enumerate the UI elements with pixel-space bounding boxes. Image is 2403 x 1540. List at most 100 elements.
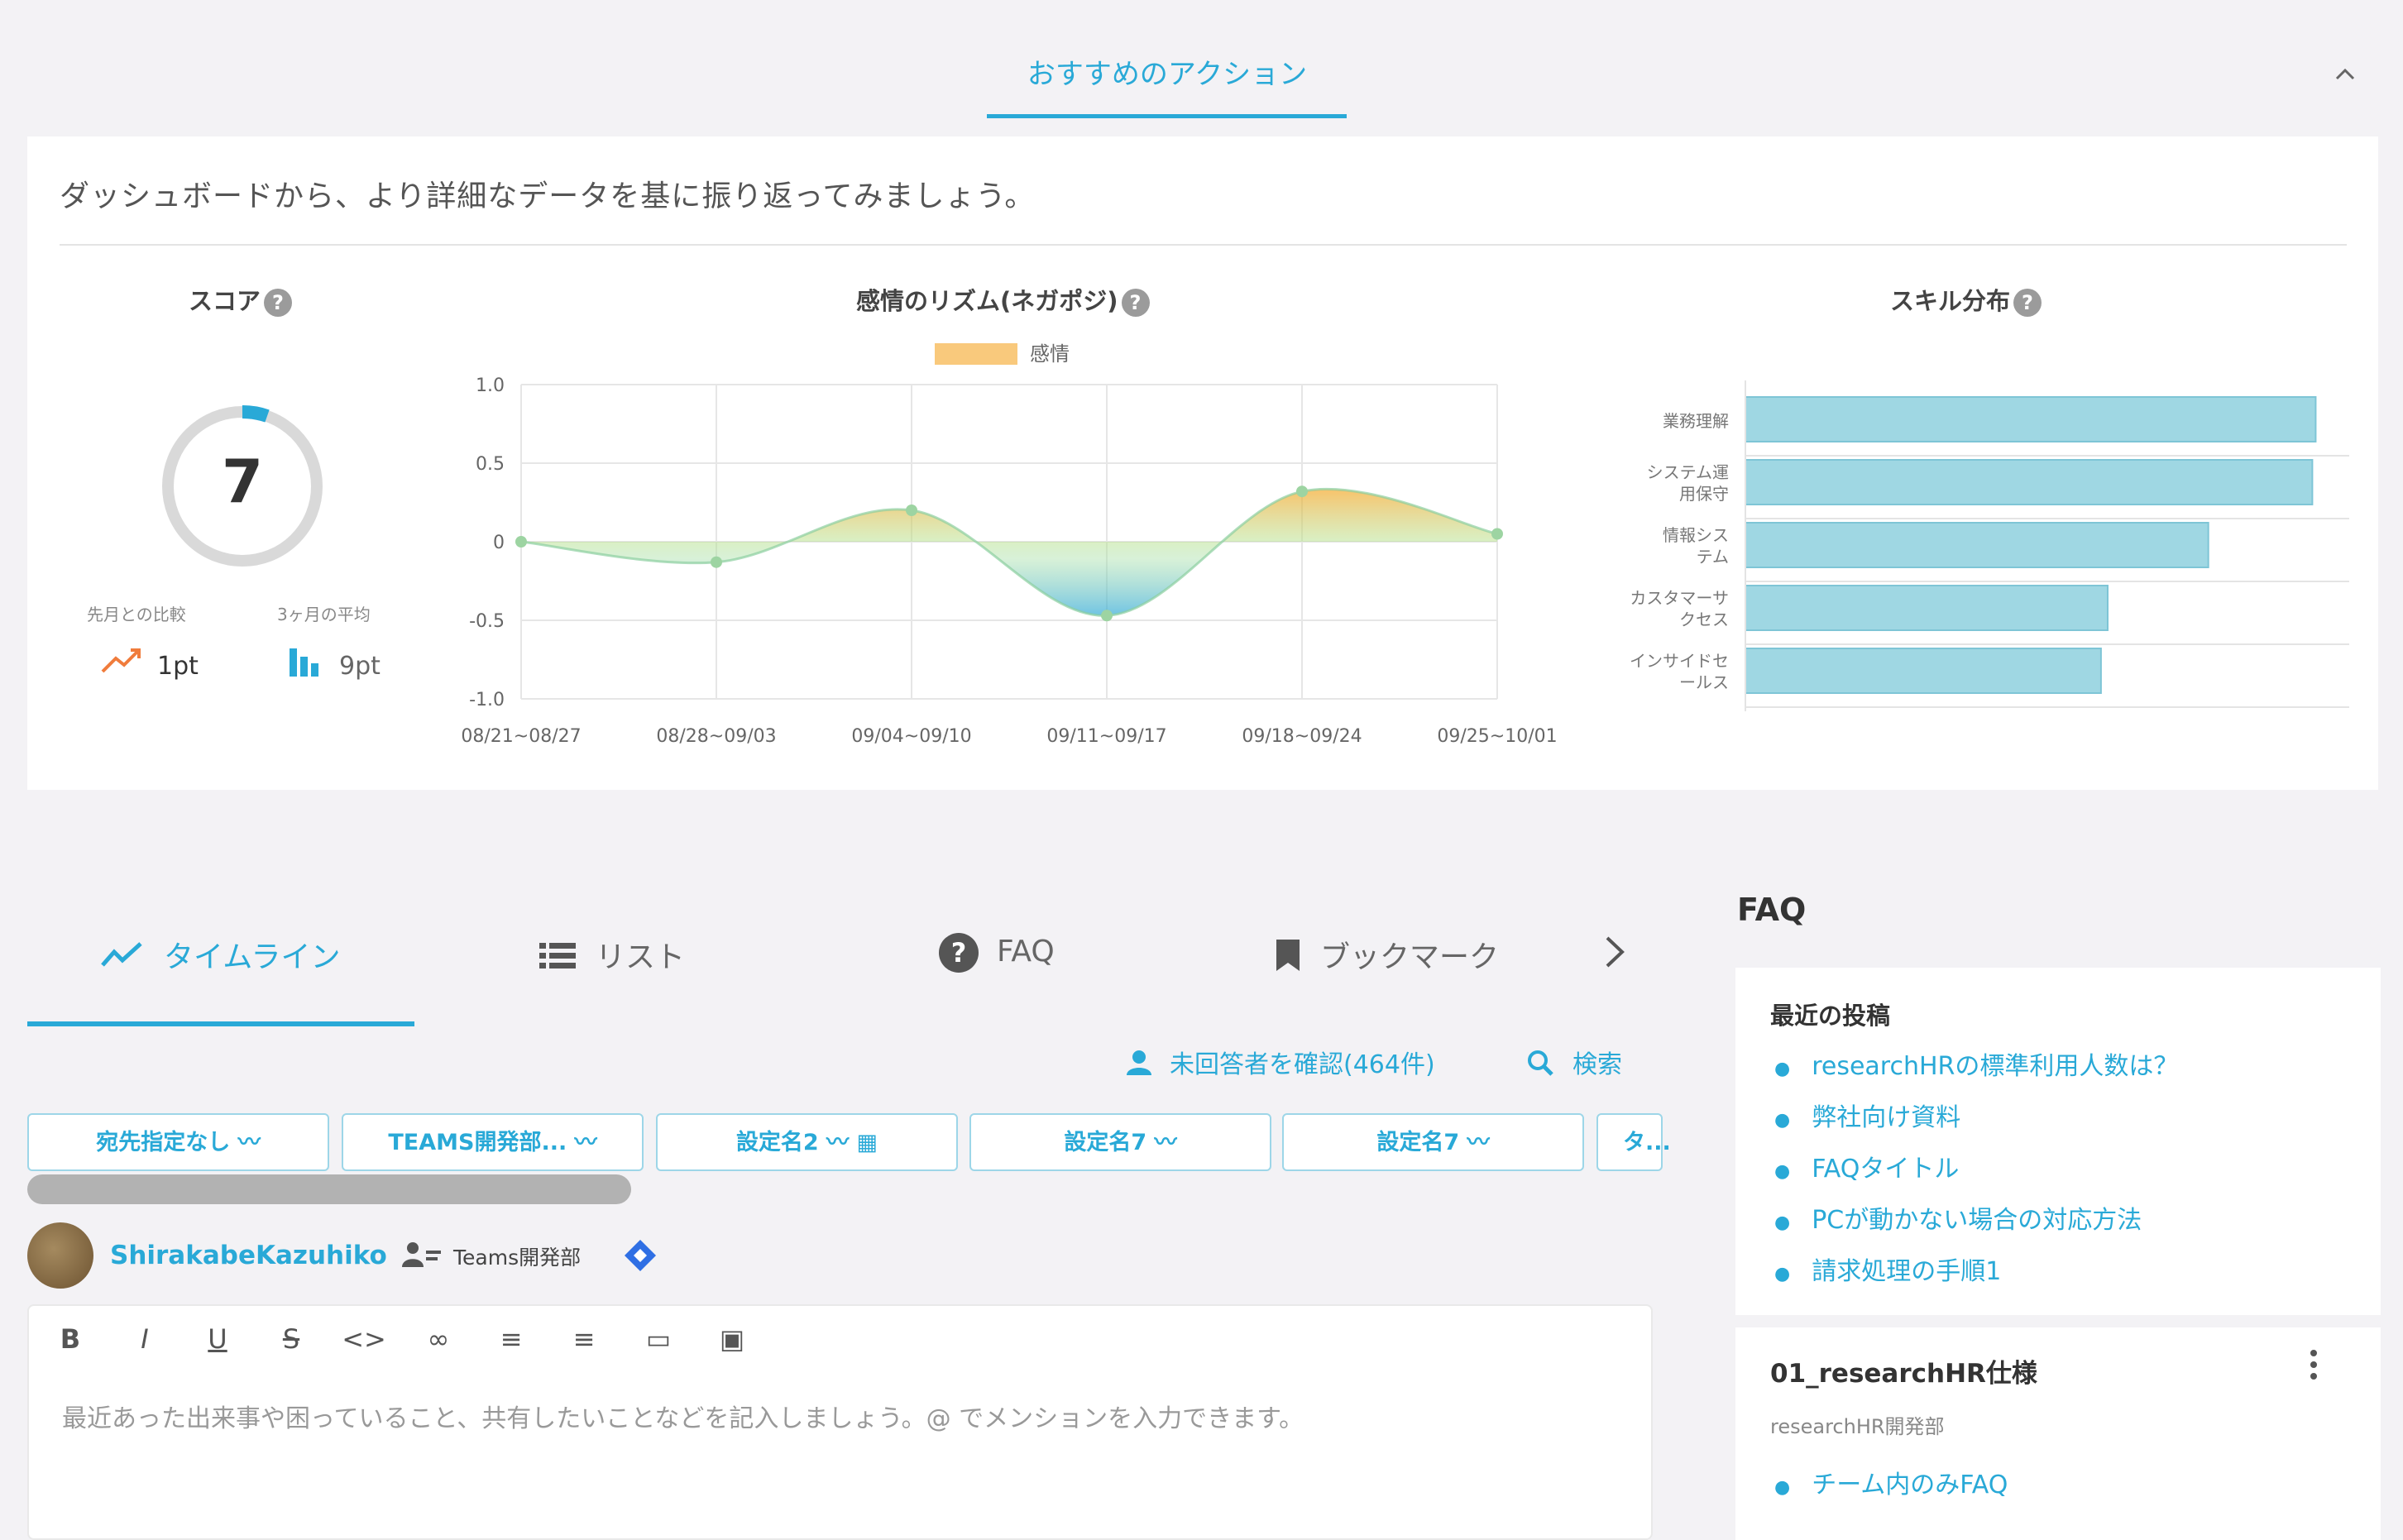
list-icon: ▦ xyxy=(856,1130,878,1155)
score-title-text: スコア xyxy=(189,287,261,315)
y-tick-label: 0 xyxy=(493,533,505,553)
channel-chip[interactable]: 宛先指定なし 〰 xyxy=(27,1113,329,1171)
y-tick-label: -1.0 xyxy=(469,690,505,710)
tab-underline xyxy=(987,114,1347,118)
bar-chart-icon xyxy=(286,645,328,678)
skill-bar xyxy=(1745,459,2314,505)
more-vertical-icon[interactable] xyxy=(2308,1348,2319,1389)
person-icon xyxy=(1125,1049,1153,1083)
skill-title-text: スキル分布 xyxy=(1890,287,2011,315)
channel-chip[interactable]: TEAMS開発部... 〰 xyxy=(342,1113,644,1171)
tab-underline xyxy=(27,1021,414,1026)
x-tick-label: 08/21~08/27 xyxy=(461,726,581,747)
search-link[interactable]: 検索 xyxy=(1526,1044,1622,1083)
team-icon xyxy=(401,1241,443,1272)
list-icon xyxy=(538,940,577,978)
strikethrough-button[interactable]: S xyxy=(266,1323,316,1355)
y-tick-label: 0.5 xyxy=(476,454,505,475)
code-button[interactable]: <> xyxy=(339,1323,389,1355)
bullet: ● xyxy=(1774,1110,1791,1131)
y-tick-label: 1.0 xyxy=(476,375,505,396)
timeline-icon: 〰 xyxy=(1467,1130,1490,1155)
chevron-up-icon[interactable] xyxy=(2329,58,2362,91)
rhythm-area xyxy=(521,489,1497,616)
faq-link[interactable]: ● researchHRの標準利用人数は？ xyxy=(1774,1045,2178,1082)
check-unanswered-link[interactable]: 未回答者を確認(464件) xyxy=(1125,1044,1435,1083)
faq-heading: FAQ xyxy=(1737,892,1807,928)
score-title: スコア? xyxy=(189,282,293,317)
skill-label: 情報システム xyxy=(1663,525,1729,567)
rhythm-point xyxy=(1101,610,1113,622)
faq-link[interactable]: ● 請求処理の手順1 xyxy=(1774,1251,2001,1287)
channel-chip[interactable]: 設定名7 〰 xyxy=(1282,1113,1584,1171)
help-icon[interactable]: ? xyxy=(2013,289,2042,317)
skill-bar xyxy=(1745,585,2109,631)
timeline-icon: 〰 xyxy=(1154,1130,1177,1155)
quote-button[interactable]: ▭ xyxy=(634,1323,683,1355)
rhythm-point xyxy=(711,556,722,568)
channel-chip-label: TEAMS開発部... xyxy=(388,1130,567,1155)
tab-faq[interactable]: ? FAQ xyxy=(939,933,1055,973)
rhythm-chart: 感情 1.0 0.5 0 -0.5 -1.0 08/21~08/27 08/28~09/03 0… xyxy=(461,342,1557,747)
three-month-label: 3ヶ月の平均 xyxy=(277,605,371,624)
link-button[interactable]: ∞ xyxy=(414,1323,463,1355)
underline-button[interactable]: U xyxy=(193,1323,242,1355)
bullet-list-button[interactable]: ≡ xyxy=(486,1323,536,1355)
channel-chip[interactable]: 設定名7 〰 xyxy=(969,1113,1271,1171)
rhythm-point xyxy=(906,505,917,516)
horizontal-scrollbar[interactable] xyxy=(27,1174,631,1204)
x-tick-label: 09/25~10/01 xyxy=(1437,726,1557,747)
timeline-icon: 〰 xyxy=(237,1130,261,1155)
recent-posts-title: 最近の投稿 xyxy=(1770,1002,1891,1030)
team-name: Teams開発部 xyxy=(453,1246,582,1270)
channel-chip[interactable]: 設定名2 〰 ▦ xyxy=(656,1113,958,1171)
timeline-icon xyxy=(99,940,146,978)
diamond-icon xyxy=(622,1237,658,1274)
bullet: ● xyxy=(1774,1161,1791,1182)
italic-button[interactable]: I xyxy=(120,1323,170,1355)
chevron-right-icon[interactable] xyxy=(1601,933,1629,974)
skill-chart: 業務理解システム運用保守情報システムカスタマーサクセスインサイドセールス xyxy=(1630,380,2349,711)
help-icon[interactable]: ? xyxy=(264,289,293,317)
bold-button[interactable]: B xyxy=(45,1323,95,1355)
bookmark-icon xyxy=(1274,938,1302,980)
check-unanswered-label: 未回答者を確認(464件) xyxy=(1170,1050,1435,1079)
three-month-value: 9pt xyxy=(339,652,381,681)
image-button[interactable]: ▣ xyxy=(707,1323,757,1355)
user-name[interactable]: ShirakabeKazuhiko xyxy=(110,1241,387,1270)
x-tick-label: 09/18~09/24 xyxy=(1242,726,1362,747)
help-icon[interactable]: ? xyxy=(1121,289,1150,317)
tab-bookmark[interactable]: ブックマーク xyxy=(1274,933,1499,980)
rhythm-title-text: 感情のリズム(ネガポジ) xyxy=(856,287,1118,315)
faq-link[interactable]: ● チーム内のみFAQ xyxy=(1774,1464,2008,1500)
faq-link[interactable]: ● FAQタイトル xyxy=(1774,1148,1959,1184)
tab-recommended-actions[interactable]: おすすめのアクション xyxy=(988,51,1346,92)
x-tick-label: 08/28~09/03 xyxy=(656,726,776,747)
tab-timeline[interactable]: タイムライン xyxy=(99,933,340,978)
skill-label: システム運用保守 xyxy=(1647,462,1729,504)
skill-label: インサイドセールス xyxy=(1630,651,1729,692)
faq-link[interactable]: ● 弊社向け資料 xyxy=(1774,1097,1960,1133)
bullet: ● xyxy=(1774,1059,1791,1079)
timeline-icon: 〰 xyxy=(826,1130,850,1155)
faq-link-label: researchHRの標準利用人数は？ xyxy=(1812,1052,2179,1081)
skill-bar xyxy=(1745,396,2317,442)
legend-swatch xyxy=(935,343,1017,365)
numbered-list-button[interactable]: ≡ xyxy=(559,1323,609,1355)
bullet: ● xyxy=(1774,1212,1791,1233)
channel-chip[interactable]: タ... xyxy=(1596,1113,1671,1171)
channel-chip-label: 設定名7 xyxy=(1064,1130,1147,1155)
trending-up-icon xyxy=(99,643,144,677)
tab-timeline-label: タイムライン xyxy=(164,940,341,974)
score-value: 7 xyxy=(221,447,264,516)
skill-title: スキル分布? xyxy=(1890,282,2042,317)
tab-list[interactable]: リスト xyxy=(538,933,685,978)
search-label: 検索 xyxy=(1572,1050,1622,1079)
faq-category-title: 01_researchHR仕様 xyxy=(1770,1359,2037,1389)
divider xyxy=(60,244,2347,246)
skill-bar xyxy=(1745,522,2209,568)
faq-link[interactable]: ● PCが動かない場合の対応方法 xyxy=(1774,1199,2142,1236)
legend-label: 感情 xyxy=(1030,342,1070,366)
rhythm-point xyxy=(1491,528,1503,540)
tab-list-label: リスト xyxy=(596,940,686,974)
